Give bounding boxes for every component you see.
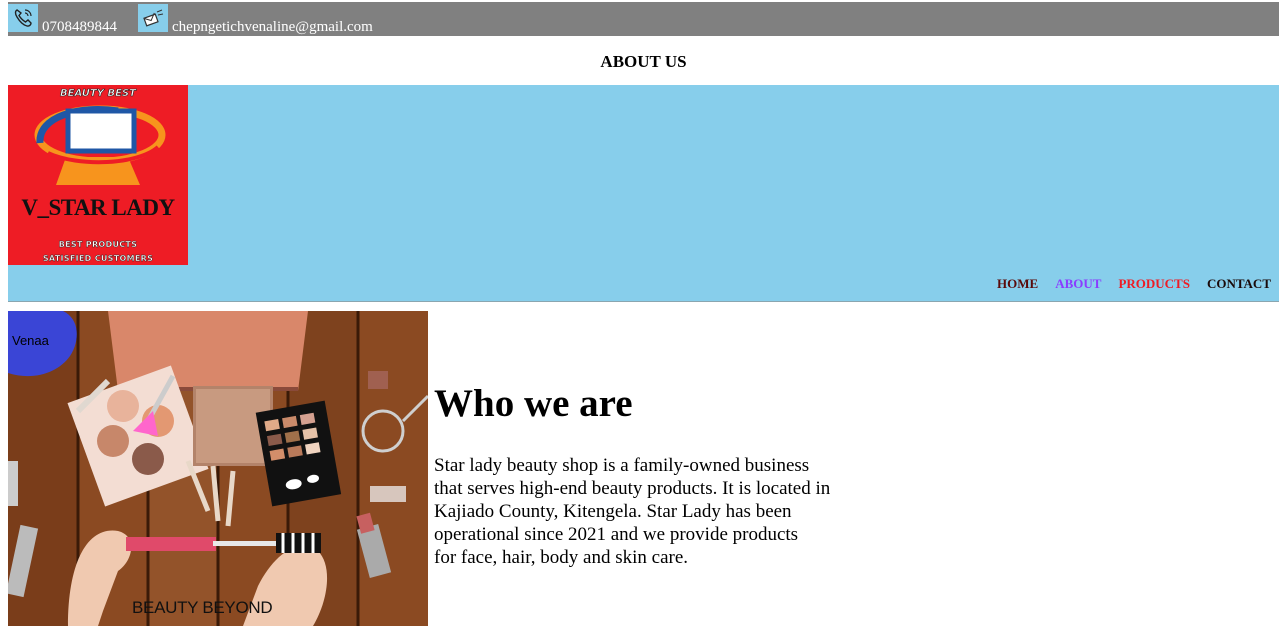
- hero-image: Venaa BEAUTY BEYOND: [8, 311, 428, 626]
- contact-bar: 0708489844 chepngetichvenaline@gmail.com: [8, 2, 1279, 36]
- about-line: operational since 2021 and we provide pr…: [434, 524, 799, 545]
- logo-subtext-2: SATISFIED CUSTOMERS: [42, 254, 154, 263]
- brand-logo[interactable]: BEAUTY BEST V_STAR LADY BEST PRODUCTS SA…: [8, 85, 188, 265]
- section-title: Who we are: [434, 382, 633, 425]
- phone-number: 0708489844: [42, 19, 117, 35]
- hero-caption: BEAUTY BEYOND: [132, 598, 273, 617]
- about-paragraph: Star lady beauty shop is a family-owned …: [434, 454, 859, 569]
- mail-icon: [138, 4, 168, 32]
- nav-home[interactable]: HOME: [997, 276, 1038, 292]
- makeup-illustration: [8, 311, 428, 626]
- phone-icon: [8, 4, 38, 32]
- site-header: BEAUTY BEST V_STAR LADY BEST PRODUCTS SA…: [8, 85, 1279, 302]
- main-nav: HOME ABOUT PRODUCTS CONTACT: [980, 276, 1279, 292]
- about-line: for face, hair, body and skin care.: [434, 547, 689, 568]
- email-link[interactable]: chepngetichvenaline@gmail.com: [172, 18, 373, 36]
- page-title: ABOUT US: [600, 52, 687, 71]
- logo-subtext-1: BEST PRODUCTS: [58, 240, 138, 249]
- about-line: Kajiado County, Kitengela. Star Lady has…: [434, 501, 792, 522]
- about-line: that serves high-end beauty products. It…: [434, 478, 831, 499]
- logo-name: V_STAR LADY: [21, 195, 175, 220]
- nav-products[interactable]: PRODUCTS: [1118, 276, 1190, 292]
- about-line: Star lady beauty shop is a family-owned …: [434, 455, 810, 476]
- logo-emblem: [34, 105, 166, 185]
- hero-badge: Venaa: [12, 333, 49, 348]
- nav-about[interactable]: ABOUT: [1055, 276, 1101, 292]
- nav-contact[interactable]: CONTACT: [1207, 276, 1271, 292]
